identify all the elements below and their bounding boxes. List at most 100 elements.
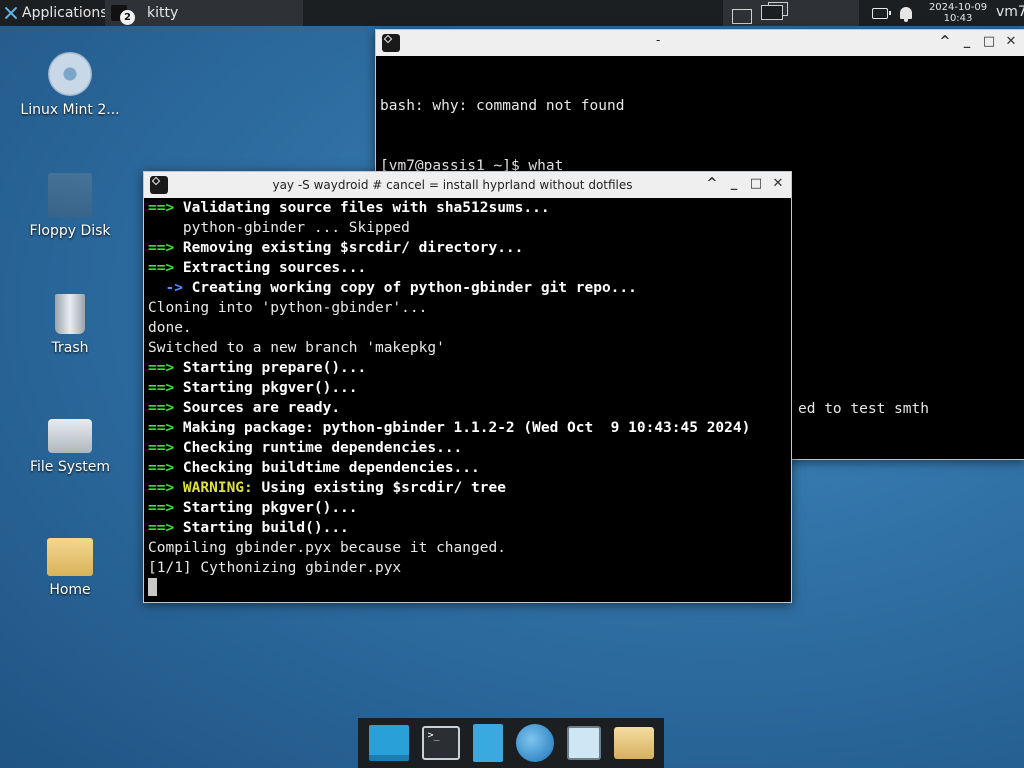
terminal-text: Checking runtime dependencies...: [182, 440, 463, 456]
home-folder-icon: [47, 538, 93, 576]
terminal-text: Making package: python-gbinder 1.1.2-2 (…: [182, 420, 751, 436]
terminal-cursor-line: [148, 578, 791, 598]
terminal-text: Compiling gbinder.pyx because it changed…: [148, 540, 506, 556]
terminal-text: [1/1] Cythonizing gbinder.pyx: [148, 560, 402, 576]
clock-time: 10:43: [943, 13, 973, 24]
terminal-line: [1/1] Cythonizing gbinder.pyx: [148, 558, 791, 578]
terminal-text: python-gbinder ... Skipped: [148, 220, 410, 236]
terminal-prefix: ==>: [148, 400, 183, 416]
floppy-icon: [48, 173, 92, 217]
terminal-prefix: ==>: [148, 200, 183, 216]
workspace-2[interactable]: [761, 5, 783, 20]
user-menu[interactable]: vm7: [996, 4, 1024, 20]
desktop-icon-home[interactable]: Home: [19, 534, 121, 598]
desktop-icon-label: Floppy Disk: [29, 223, 111, 239]
kitty-icon: [382, 34, 400, 52]
desktop-icon-linux-mint[interactable]: Linux Mint 2...: [19, 52, 121, 118]
terminal-text: Checking buildtime dependencies...: [182, 460, 480, 476]
terminal-prefix: ==>: [148, 440, 183, 456]
desktop-icon-file-system[interactable]: File System: [19, 411, 121, 475]
desktop-icon-label: Linux Mint 2...: [20, 102, 120, 118]
taskbar-item-label: kitty: [147, 5, 179, 21]
dock: >_: [358, 718, 664, 768]
terminal-text: Extracting sources...: [182, 260, 367, 276]
terminal-text: Validating source files with sha512sums.…: [182, 200, 550, 216]
terminal-line: ==> Checking runtime dependencies...: [148, 438, 791, 458]
trash-icon: [55, 294, 85, 334]
clock[interactable]: 2024-10-09 10:43: [928, 2, 988, 24]
terminal-line: ==> Starting pkgver()...: [148, 378, 791, 398]
folder-icon[interactable]: [613, 727, 654, 759]
terminal-line: ==> Extracting sources...: [148, 258, 791, 278]
terminal-line: Cloning into 'python-gbinder'...: [148, 298, 791, 318]
kitty-icon: 2: [111, 5, 135, 25]
terminal-window-front[interactable]: yay -S waydroid # cancel = install hyprl…: [143, 171, 792, 603]
taskbar-item-kitty[interactable]: 2 kitty: [105, 0, 303, 26]
desktop-icon-label: File System: [29, 459, 111, 475]
desktop-icon-label: Trash: [51, 340, 89, 356]
terminal-prefix: ==>: [148, 380, 183, 396]
terminal-text: done.: [148, 320, 192, 336]
terminal-text: Creating working copy of python-gbinder …: [191, 280, 637, 296]
terminal-line: python-gbinder ... Skipped: [148, 218, 791, 238]
desktop-icon-trash[interactable]: Trash: [19, 294, 121, 356]
terminal-line: ==> Starting pkgver()...: [148, 498, 791, 518]
xfce-logo-icon: [4, 6, 18, 20]
window-titlebar[interactable]: - ^ _ □ ✕: [376, 30, 1024, 56]
disc-icon: [48, 52, 92, 96]
terminal-line: done.: [148, 318, 791, 338]
window-titlebar[interactable]: yay -S waydroid # cancel = install hyprl…: [144, 172, 791, 198]
terminal-prefix: ==>: [148, 360, 183, 376]
top-panel: Applications 2 kitty 2024-10-09 10:43 vm…: [0, 0, 1024, 26]
show-desktop-icon[interactable]: [368, 725, 409, 761]
terminal-prefix: ==>: [148, 520, 183, 536]
terminal-line: ==> Checking buildtime dependencies...: [148, 458, 791, 478]
workspace-1[interactable]: [732, 9, 752, 24]
terminal-prefix: ==>: [148, 240, 183, 256]
terminal-text: Cloning into 'python-gbinder'...: [148, 300, 428, 316]
system-tray: [872, 0, 912, 26]
bell-icon[interactable]: [900, 7, 912, 22]
terminal-line: ==> Starting build()...: [148, 518, 791, 538]
minimize-button[interactable]: _: [958, 33, 976, 51]
terminal-prefix: ==>: [148, 500, 183, 516]
shade-button[interactable]: ^: [936, 33, 954, 51]
minimize-button[interactable]: _: [725, 175, 743, 193]
terminal-prefix: ==>: [148, 480, 183, 496]
terminal-line: bash: why: command not found: [380, 98, 625, 114]
terminal-text: Using existing $srcdir/ tree: [252, 480, 506, 496]
app-finder-icon[interactable]: [566, 726, 601, 760]
terminal-cursor: [148, 578, 157, 596]
warning-label: WARNING:: [182, 480, 253, 496]
terminal-text: Starting pkgver()...: [182, 500, 358, 516]
terminal-prefix: ==>: [148, 260, 183, 276]
terminal-line: Compiling gbinder.pyx because it changed…: [148, 538, 791, 558]
maximize-button[interactable]: □: [980, 33, 998, 51]
desktop-icon-floppy-disk[interactable]: Floppy Disk: [19, 173, 121, 239]
terminal-text: Switched to a new branch 'makepkg': [148, 340, 445, 356]
terminal-line: ==> Sources are ready.: [148, 398, 791, 418]
window-count-badge: 2: [120, 10, 135, 25]
close-button[interactable]: ✕: [769, 175, 787, 193]
terminal-line: Switched to a new branch 'makepkg': [148, 338, 791, 358]
terminal-icon[interactable]: >_: [421, 726, 460, 760]
terminal-text: Starting prepare()...: [182, 360, 367, 376]
web-browser-icon[interactable]: [515, 724, 554, 762]
close-button[interactable]: ✕: [1002, 33, 1020, 51]
window-title: yay -S waydroid # cancel = install hyprl…: [272, 178, 633, 192]
terminal-text: Starting pkgver()...: [182, 380, 358, 396]
terminal-output[interactable]: ==> Validating source files with sha512s…: [144, 198, 791, 598]
workspace-switcher[interactable]: [723, 0, 859, 26]
terminal-prefix: ==>: [148, 460, 183, 476]
file-manager-icon[interactable]: [472, 724, 503, 762]
shade-button[interactable]: ^: [703, 175, 721, 193]
terminal-line: -> Creating working copy of python-gbind…: [148, 278, 791, 298]
maximize-button[interactable]: □: [747, 175, 765, 193]
window-title: -: [656, 33, 661, 47]
battery-icon[interactable]: [872, 7, 891, 19]
terminal-prefix: ==>: [148, 420, 183, 436]
terminal-line: ==> Validating source files with sha512s…: [148, 198, 791, 218]
terminal-glyph: >_: [427, 730, 440, 741]
terminal-line: ==> WARNING: Using existing $srcdir/ tre…: [148, 478, 791, 498]
terminal-prefix: ->: [148, 280, 192, 296]
